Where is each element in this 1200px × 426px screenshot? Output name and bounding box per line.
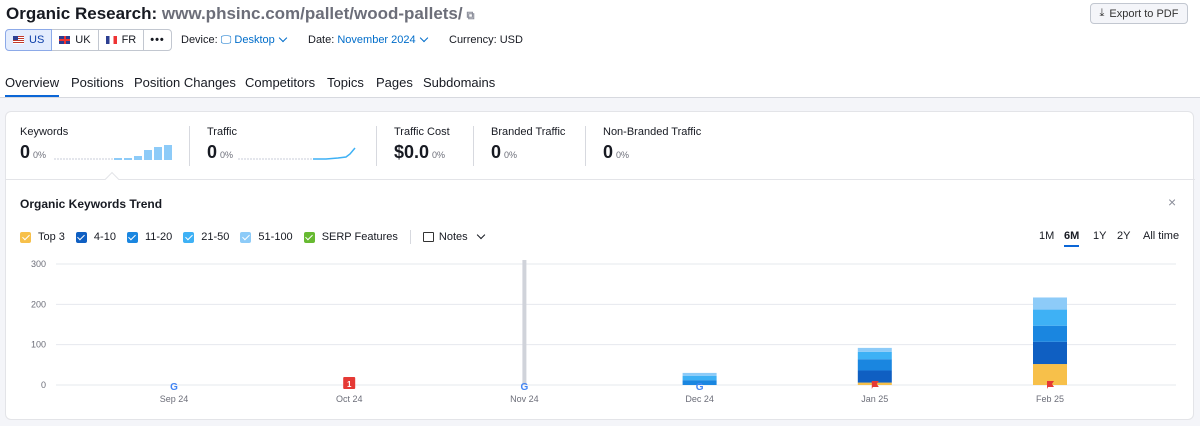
bar-segment <box>857 347 892 352</box>
more-icon: ••• <box>150 34 165 46</box>
tab-competitors[interactable]: Competitors <box>245 75 315 90</box>
selected-month-highlight <box>522 260 527 385</box>
bar-segment <box>857 351 892 360</box>
chevron-down-icon <box>419 33 428 43</box>
tab-topics[interactable]: Topics <box>327 75 364 90</box>
report-tabs: Overview Positions Position Changes Comp… <box>0 72 1200 98</box>
x-tick-label: Dec 24 <box>685 394 714 404</box>
device-filter-label: Device: <box>181 34 218 46</box>
currency-label: Currency: USD <box>449 34 523 46</box>
date-filter-label: Date: <box>308 34 335 46</box>
y-tick-label: 300 <box>31 259 46 269</box>
database-uk-button[interactable]: UK <box>51 29 99 51</box>
database-code: FR <box>121 34 137 46</box>
y-tick-label: 200 <box>31 299 46 309</box>
y-tick-label: 0 <box>41 380 46 390</box>
title-prefix: Organic Research: <box>6 4 158 23</box>
overview-card: Keywords 0 0% Traffic 0 0% Traffic Cost $0… <box>5 111 1195 421</box>
google-update-icon: G <box>170 382 178 393</box>
device-filter-value: Desktop <box>234 34 275 46</box>
device-filter[interactable]: Device: 🖵 Desktop <box>181 33 288 47</box>
date-filter-value: November 2024 <box>337 34 416 46</box>
external-link-icon[interactable]: ⧉ <box>467 10 475 22</box>
date-filter[interactable]: Date: November 2024 <box>308 33 428 46</box>
export-pdf-label: Export to PDF <box>1109 7 1179 20</box>
desktop-icon: 🖵 <box>220 34 232 46</box>
bar-segment <box>682 372 717 376</box>
tab-subdomains[interactable]: Subdomains <box>423 75 495 90</box>
x-tick-label: Oct 24 <box>336 394 363 404</box>
more-databases-button[interactable]: ••• <box>143 29 172 51</box>
tab-overview[interactable]: Overview <box>5 75 60 97</box>
export-pdf-button[interactable]: ⤓ Export to PDF <box>1090 3 1188 24</box>
x-tick-label: Sep 24 <box>160 394 189 404</box>
y-tick-label: 100 <box>31 340 46 350</box>
google-update-icon: G <box>521 382 529 393</box>
tab-position-changes[interactable]: Position Changes <box>134 75 236 90</box>
database-us-button[interactable]: US <box>5 29 53 51</box>
us-flag-icon <box>13 36 24 44</box>
bar-segment <box>682 375 717 381</box>
fr-flag-icon <box>105 36 117 44</box>
bar-segment <box>1033 297 1067 310</box>
page-header: Organic Research: www.phsinc.com/pallet/… <box>0 0 1200 98</box>
google-update-icon: G <box>696 382 704 393</box>
database-selector: US UK FR ••• <box>5 29 172 51</box>
note-count-label: 1 <box>347 380 352 389</box>
x-tick-label: Jan 25 <box>861 394 888 404</box>
x-tick-label: Feb 25 <box>1036 394 1064 404</box>
bar-segment <box>857 359 892 371</box>
download-icon: ⤓ <box>1099 7 1105 19</box>
database-code: UK <box>75 34 91 46</box>
bar-segment <box>1033 325 1067 342</box>
target-domain-link[interactable]: www.phsinc.com/pallet/wood-pallets/ <box>162 4 463 23</box>
uk-flag-icon <box>59 36 71 44</box>
bar-segment <box>1033 309 1067 326</box>
x-tick-label: Nov 24 <box>510 394 539 404</box>
bar-segment <box>1033 341 1067 365</box>
database-fr-button[interactable]: FR <box>97 29 145 51</box>
bar-segment <box>857 370 892 383</box>
page-title: Organic Research: www.phsinc.com/pallet/… <box>6 4 474 24</box>
organic-keywords-chart[interactable]: 0100200300G 1 G GSep 24 Oct 24 Nov 24 Dec 24 Ja… <box>6 112 1195 421</box>
tab-positions[interactable]: Positions <box>71 75 124 90</box>
chevron-down-icon <box>278 33 288 43</box>
database-code: US <box>29 34 45 46</box>
tab-pages[interactable]: Pages <box>376 75 413 90</box>
